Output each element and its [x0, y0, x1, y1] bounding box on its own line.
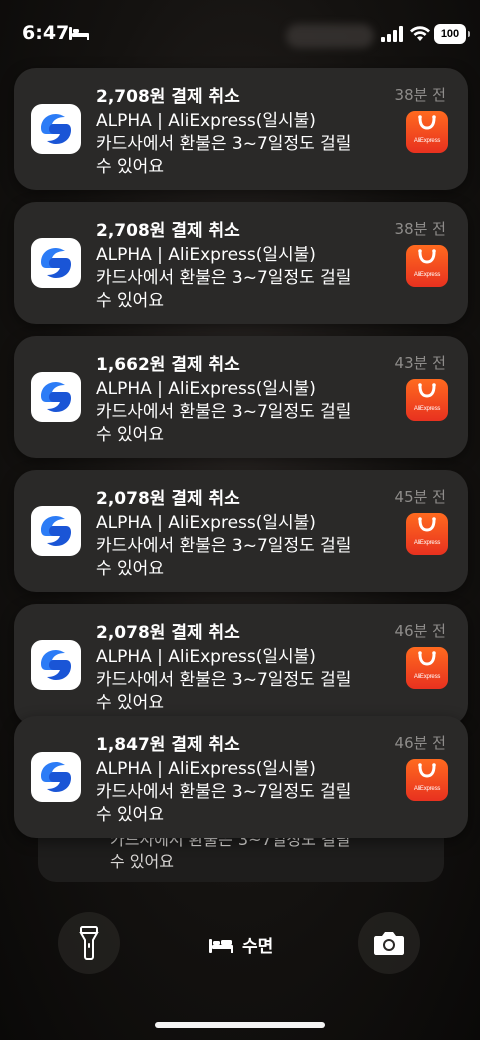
aliexpress-thumbnail: AliExpress — [406, 513, 448, 555]
bank-app-icon — [31, 238, 81, 288]
shopping-bag-icon — [418, 383, 436, 398]
bank-app-icon — [31, 752, 81, 802]
bank-app-icon — [31, 104, 81, 154]
shopping-bag-icon — [418, 763, 436, 778]
notification-title: 2,078원 결제 취소 — [96, 489, 240, 509]
aliexpress-thumbnail: AliExpress — [406, 111, 448, 153]
shopping-bag-icon — [418, 651, 436, 666]
swirl-logo-icon — [41, 516, 71, 546]
aliexpress-badge-text: AliExpress — [413, 674, 441, 680]
swirl-logo-icon — [41, 650, 71, 680]
notification-body-line-1: 카드사에서 환불은 3~7일정도 걸릴 — [96, 268, 352, 288]
sleep-label: 수면 — [242, 937, 274, 957]
status-bar: 6:47 100 — [0, 0, 480, 64]
notification-merchant: ALPHA | AliExpress(일시불) — [96, 245, 316, 265]
notification-body-line-2: 수 있어요 — [96, 157, 164, 177]
notification-body-line-1: 카드사에서 환불은 3~7일정도 걸릴 — [96, 134, 352, 154]
notification-time: 46분 전 — [394, 734, 446, 752]
swirl-logo-icon — [41, 762, 71, 792]
swirl-logo-icon — [41, 114, 71, 144]
notification-merchant: ALPHA | AliExpress(일시불) — [96, 759, 316, 779]
notification-time: 46분 전 — [394, 622, 446, 640]
flashlight-icon — [79, 926, 99, 960]
notification-title: 2,078원 결제 취소 — [96, 623, 240, 643]
blurred-status-indicator — [286, 24, 374, 48]
sleep-focus-indicator[interactable]: 수면 — [208, 932, 273, 957]
bed-icon — [69, 27, 89, 40]
notification-title: 2,708원 결제 취소 — [96, 221, 240, 241]
bank-app-icon — [31, 640, 81, 690]
notification-merchant: ALPHA | AliExpress(일시불) — [96, 111, 316, 131]
notification-body-line-1: 카드사에서 환불은 3~7일정도 걸릴 — [96, 670, 352, 690]
status-time: 6:47 — [22, 22, 70, 44]
notification-title: 1,662원 결제 취소 — [96, 355, 240, 375]
bank-app-icon — [31, 506, 81, 556]
notification-body-line-2: 수 있어요 — [96, 805, 164, 825]
aliexpress-thumbnail: AliExpress — [406, 245, 448, 287]
notification-card[interactable]: 2,078원 결제 취소 46분 전 ALPHA | AliExpress(일시… — [14, 604, 468, 726]
swirl-logo-icon — [41, 248, 71, 278]
notification-time: 43분 전 — [394, 354, 446, 372]
aliexpress-badge-text: AliExpress — [413, 406, 441, 412]
notification-title: 1,847원 결제 취소 — [96, 735, 240, 755]
bank-app-icon — [31, 372, 81, 422]
notification-body-line-1: 카드사에서 환불은 3~7일정도 걸릴 — [96, 402, 352, 422]
camera-icon — [374, 932, 404, 955]
notification-body-line-1: 카드사에서 환불은 3~7일정도 걸릴 — [96, 536, 352, 556]
notification-card[interactable]: 2,708원 결제 취소 38분 전 ALPHA | AliExpress(일시… — [14, 202, 468, 324]
notification-body-line-2: 수 있어요 — [96, 693, 164, 713]
bed-icon — [209, 938, 233, 953]
shopping-bag-icon — [418, 249, 436, 264]
notification-title: 2,708원 결제 취소 — [96, 87, 240, 107]
notification-merchant: ALPHA | AliExpress(일시불) — [96, 647, 316, 667]
swirl-logo-icon — [41, 382, 71, 412]
aliexpress-thumbnail: AliExpress — [406, 379, 448, 421]
notification-card[interactable]: 2,708원 결제 취소 38분 전 ALPHA | AliExpress(일시… — [14, 68, 468, 190]
notification-card[interactable]: 1,847원 결제 취소 46분 전 ALPHA | AliExpress(일시… — [14, 716, 468, 838]
notification-merchant: ALPHA | AliExpress(일시불) — [96, 379, 316, 399]
shopping-bag-icon — [418, 115, 436, 130]
notification-card[interactable]: 2,078원 결제 취소 45분 전 ALPHA | AliExpress(일시… — [14, 470, 468, 592]
notification-body-line-2: 수 있어요 — [96, 559, 164, 579]
aliexpress-badge-text: AliExpress — [413, 786, 441, 792]
shopping-bag-icon — [418, 517, 436, 532]
notification-time: 38분 전 — [394, 220, 446, 238]
notification-time: 38분 전 — [394, 86, 446, 104]
camera-button[interactable] — [358, 912, 420, 974]
aliexpress-badge-text: AliExpress — [413, 272, 441, 278]
aliexpress-thumbnail: AliExpress — [406, 647, 448, 689]
notification-body-line-2: 수 있어요 — [96, 291, 164, 311]
wifi-icon — [410, 26, 430, 41]
notification-body-line-1: 카드사에서 환불은 3~7일정도 걸릴 — [96, 782, 352, 802]
peek-line-2: 수 있어요 — [110, 852, 174, 871]
home-indicator[interactable] — [155, 1022, 325, 1028]
notification-merchant: ALPHA | AliExpress(일시불) — [96, 513, 316, 533]
flashlight-button[interactable] — [58, 912, 120, 974]
notification-body-line-2: 수 있어요 — [96, 425, 164, 445]
cellular-signal-icon — [381, 26, 403, 42]
battery-indicator: 100 — [434, 24, 470, 44]
notification-time: 45분 전 — [394, 488, 446, 506]
aliexpress-thumbnail: AliExpress — [406, 759, 448, 801]
aliexpress-badge-text: AliExpress — [413, 540, 441, 546]
aliexpress-badge-text: AliExpress — [413, 138, 441, 144]
notification-card[interactable]: 1,662원 결제 취소 43분 전 ALPHA | AliExpress(일시… — [14, 336, 468, 458]
